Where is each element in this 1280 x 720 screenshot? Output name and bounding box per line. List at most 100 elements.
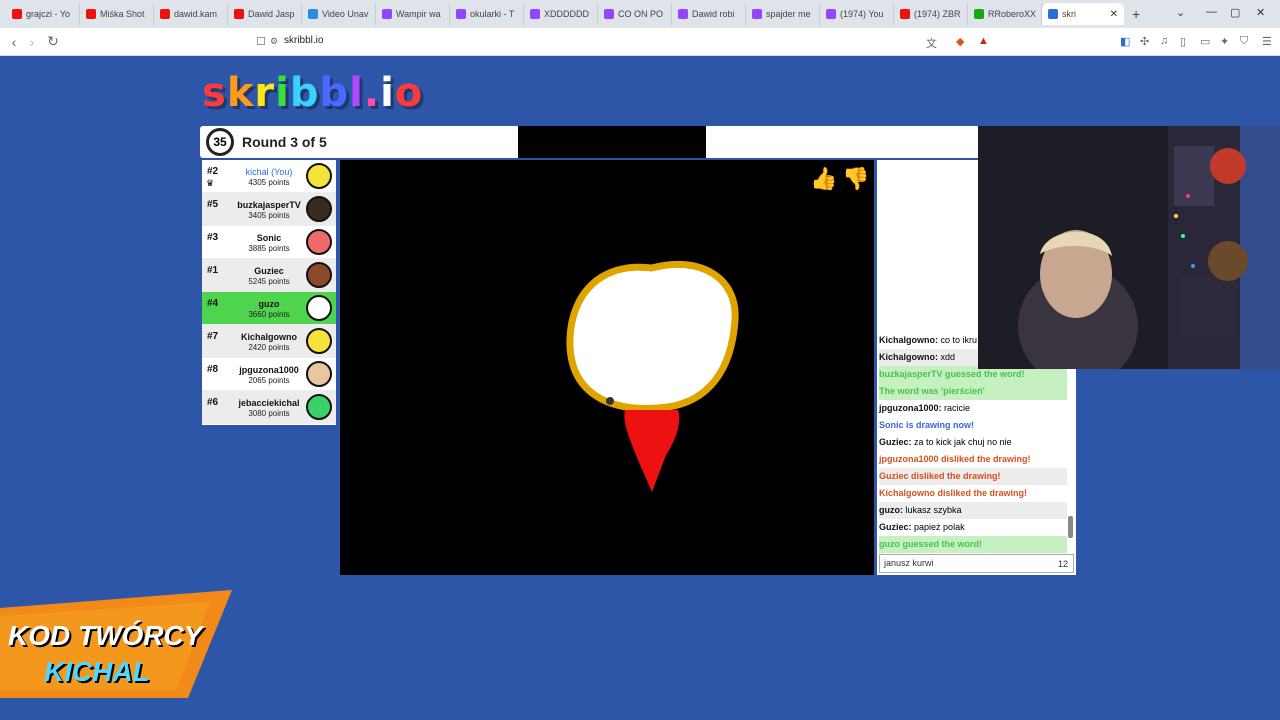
tab-title: Dawid Jasp (248, 9, 295, 19)
browser-tab[interactable]: XDDDDDD (524, 3, 598, 25)
tab-title: (1974) You (840, 9, 884, 19)
menu-icon[interactable]: ☰ (1262, 35, 1272, 48)
music-icon[interactable]: ♫ (1160, 35, 1168, 47)
forward-icon[interactable]: › (22, 34, 42, 50)
bookmark-icon[interactable]: ☐ (256, 35, 266, 48)
chevron-down-icon[interactable]: ⌄ (1176, 6, 1185, 19)
player-row[interactable]: #1 Guziec 5245 points (202, 259, 336, 292)
address-bar: ‹ › ↻ ☐ ⚙ skribbl.io 文 ◆ ▲ ◧ ✣ ♫ ▯ ▭ ✦ ⛉… (0, 28, 1280, 56)
browser-tab[interactable]: RRoberoXX (968, 3, 1042, 25)
maximize-icon[interactable]: ▢ (1230, 6, 1240, 19)
promo-line-2: KICHAL (44, 656, 150, 687)
chat-message: guzo guessed the word! (879, 536, 1067, 553)
player-name: buzkajasperTV (237, 200, 301, 210)
browser-tab[interactable]: dawid.kam (154, 3, 228, 25)
player-rank: #4 (207, 298, 219, 309)
tab-title: grajczi - Yo (26, 9, 71, 19)
chat-text: Kichalgowno disliked the drawing! (879, 488, 1028, 498)
tab-title: Miśka Shot (100, 9, 145, 19)
player-name: kichal (You) (245, 167, 293, 177)
webcam-overlay (978, 126, 1280, 369)
browser-tab[interactable]: Miśka Shot (80, 3, 154, 25)
player-row[interactable]: #3 Sonic 3885 points (202, 226, 336, 259)
chat-scrollbar[interactable] (1068, 516, 1073, 538)
avatar (306, 295, 332, 321)
avatar (306, 361, 332, 387)
drawing (566, 260, 739, 492)
player-row[interactable]: #8 jpguzona1000 2065 points (202, 358, 336, 391)
player-name: Guziec (254, 266, 284, 276)
tab-favicon-icon (678, 9, 688, 19)
avatar (306, 196, 332, 222)
chat-user: jpguzona1000: (879, 403, 942, 413)
browser-tab[interactable]: Wampir wa (376, 3, 450, 25)
avatar (306, 229, 332, 255)
tab-close-icon[interactable]: ✕ (1110, 9, 1118, 20)
back-icon[interactable]: ‹ (4, 34, 24, 50)
tab-title: RRoberoXX (988, 9, 1037, 19)
game-top-bar: 35 Round 3 of 5 (200, 126, 980, 158)
player-rank: #5 (207, 199, 219, 210)
tab-favicon-icon (308, 9, 318, 19)
player-points: 3080 points (248, 409, 290, 418)
close-window-icon[interactable]: ✕ (1256, 6, 1265, 19)
player-points: 3885 points (248, 244, 290, 253)
browser-tab[interactable]: Video Unav (302, 3, 376, 25)
ai-icon[interactable]: ✦ (1220, 35, 1229, 48)
tab-favicon-icon (12, 9, 22, 19)
player-list: #2 kichal (You) 4305 points ♛ #5 buzkajasperT… (202, 160, 336, 425)
avatar (306, 262, 332, 288)
browser-tab[interactable]: (1974) ZBR (894, 3, 968, 25)
player-points: 2420 points (248, 343, 290, 352)
skribbl-logo: skribbl.io (202, 70, 423, 116)
player-name: jpguzona1000 (239, 365, 299, 375)
site-info-icon[interactable]: ⚙ (270, 36, 278, 47)
browser-tab[interactable]: CO ON PO (598, 3, 672, 25)
browser-tab[interactable]: (1974) You (820, 3, 894, 25)
brave-shield-icon[interactable]: ◆ (956, 35, 964, 48)
thumbs-up-icon[interactable]: 👍 (810, 166, 837, 192)
thumbs-down-icon[interactable]: 👎 (842, 166, 869, 192)
player-row[interactable]: #6 jebacciekichal 3080 points (202, 391, 336, 424)
chat-text: buzkajasperTV guessed the word! (879, 369, 1025, 379)
tab-favicon-icon (974, 9, 984, 19)
player-row[interactable]: #7 Kichalgowno 2420 points (202, 325, 336, 358)
tab-list: grajczi - Yo Miśka Shot dawid.kam Dawid Jas… (6, 3, 1124, 25)
reload-icon[interactable]: ↻ (43, 33, 63, 50)
browser-tab[interactable]: Dawid robi (672, 3, 746, 25)
webcam-image (978, 126, 1280, 369)
drawing-canvas[interactable]: 👍 👎 (340, 160, 874, 575)
minimize-icon[interactable]: — (1206, 6, 1217, 18)
player-rank: #1 (207, 265, 219, 276)
new-tab-button[interactable]: + (1132, 6, 1140, 22)
chat-message: The word was 'pierścień' (879, 383, 1067, 400)
sidebar-icon[interactable]: ▯ (1180, 35, 1186, 48)
tab-favicon-icon (86, 9, 96, 19)
chat-user: Kichalgowno: (879, 352, 938, 362)
browser-tab[interactable]: Dawid Jasp (228, 3, 302, 25)
url-field[interactable]: skribbl.io (284, 35, 323, 46)
tab-title: okularki - T (470, 9, 515, 19)
chat-input[interactable]: janusz kurwi (879, 554, 1074, 573)
player-row[interactable]: #2 kichal (You) 4305 points ♛ (202, 160, 336, 193)
browser-tab[interactable]: grajczi - Yo (6, 3, 80, 25)
player-name: Sonic (256, 233, 282, 243)
drawing-red-shape (624, 410, 680, 492)
player-points: 3660 points (248, 310, 290, 319)
player-row[interactable]: #4 guzo 3660 points (202, 292, 336, 325)
player-rank: #3 (207, 232, 219, 243)
wallet-icon[interactable]: ▭ (1200, 35, 1210, 48)
browser-tab[interactable]: okularki - T (450, 3, 524, 25)
translate-icon[interactable]: 文 (926, 35, 937, 51)
extension-icon[interactable]: ◧ (1120, 35, 1130, 48)
rewards-icon[interactable]: ▲ (978, 35, 989, 47)
browser-tab[interactable]: spajder me (746, 3, 820, 25)
chat-text: za to kick jak chuj no nie (914, 437, 1012, 447)
player-rank: #8 (207, 364, 219, 375)
player-row[interactable]: #5 buzkajasperTV 3405 points (202, 193, 336, 226)
browser-tab-active[interactable]: skri ✕ (1042, 3, 1124, 25)
tab-favicon-icon (826, 9, 836, 19)
chat-user: Guziec: (879, 522, 912, 532)
vpn-icon[interactable]: ⛉ (1240, 35, 1248, 48)
puzzle-icon[interactable]: ✣ (1140, 35, 1149, 48)
